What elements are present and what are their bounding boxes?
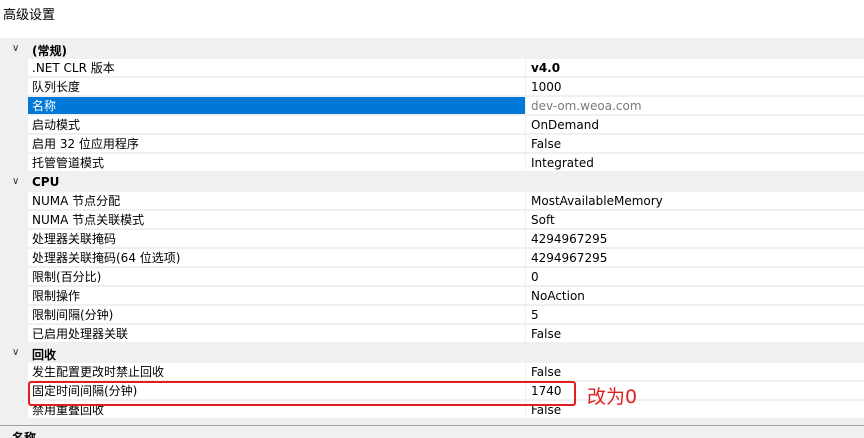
property-name: 限制操作 (28, 287, 525, 305)
property-name: 托管管道模式 (28, 154, 525, 172)
property-name: .NET CLR 版本 (28, 59, 525, 77)
property-value[interactable]: v4.0 (526, 59, 864, 77)
property-name: 名称 (28, 97, 525, 115)
property-value[interactable]: 4294967295 (526, 230, 864, 248)
property-value[interactable]: OnDemand (526, 116, 864, 134)
property-row-disable-recycle-on-config[interactable]: 发生配置更改时禁止回收 False (6, 363, 864, 382)
category-label: CPU (32, 175, 60, 189)
annotation-highlight-box (28, 381, 576, 406)
category-general[interactable]: ∨ (常规) (6, 40, 864, 59)
property-row-limit-action[interactable]: 限制操作 NoAction (6, 287, 864, 306)
property-name: 限制(百分比) (28, 268, 525, 286)
column-splitter[interactable] (525, 40, 526, 425)
property-name: 队列长度 (28, 78, 525, 96)
property-name: NUMA 节点分配 (28, 192, 525, 210)
property-row-numa-allocation[interactable]: NUMA 节点分配 MostAvailableMemory (6, 192, 864, 211)
property-row-start-mode[interactable]: 启动模式 OnDemand (6, 116, 864, 135)
collapse-chevron-icon[interactable]: ∨ (12, 346, 24, 360)
collapse-chevron-icon[interactable]: ∨ (12, 42, 24, 56)
property-value[interactable]: False (526, 135, 864, 153)
property-row-processor-affinity[interactable]: 已启用处理器关联 False (6, 325, 864, 344)
property-name: 启用 32 位应用程序 (28, 135, 525, 153)
property-row-limit-interval[interactable]: 限制间隔(分钟) 5 (6, 306, 864, 325)
collapse-chevron-icon[interactable]: ∨ (12, 175, 24, 189)
property-name: 启动模式 (28, 116, 525, 134)
property-value[interactable]: 4294967295 (526, 249, 864, 267)
property-row-numa-affinity-mode[interactable]: NUMA 节点关联模式 Soft (6, 211, 864, 230)
property-name: 处理器关联掩码 (28, 230, 525, 248)
property-name: 发生配置更改时禁止回收 (28, 363, 525, 381)
property-row-queue-length[interactable]: 队列长度 1000 (6, 78, 864, 97)
property-value[interactable]: 1000 (526, 78, 864, 96)
property-value[interactable]: False (526, 363, 864, 381)
property-name: 处理器关联掩码(64 位选项) (28, 249, 525, 267)
property-name: 限制间隔(分钟) (28, 306, 525, 324)
property-name: NUMA 节点关联模式 (28, 211, 525, 229)
property-row-name[interactable]: 名称 dev-om.weoa.com (6, 97, 864, 116)
property-value[interactable]: 5 (526, 306, 864, 324)
property-value[interactable]: False (526, 325, 864, 343)
category-label: 回收 (32, 348, 57, 362)
property-value[interactable]: NoAction (526, 287, 864, 305)
category-recycling[interactable]: ∨ 回收 (6, 344, 864, 363)
property-value[interactable]: MostAvailableMemory (526, 192, 864, 210)
property-row-enable-32bit[interactable]: 启用 32 位应用程序 False (6, 135, 864, 154)
description-panel: 名称 (0, 425, 864, 438)
property-value[interactable]: Integrated (526, 154, 864, 172)
property-value[interactable]: dev-om.weoa.com (526, 97, 864, 115)
property-value[interactable]: False (526, 401, 864, 419)
property-row-processor-mask-64[interactable]: 处理器关联掩码(64 位选项) 4294967295 (6, 249, 864, 268)
property-value[interactable]: 0 (526, 268, 864, 286)
property-row-processor-mask[interactable]: 处理器关联掩码 4294967295 (6, 230, 864, 249)
category-cpu[interactable]: ∨ CPU (6, 173, 864, 192)
category-label: (常规) (32, 44, 67, 58)
property-value[interactable]: Soft (526, 211, 864, 229)
dialog-title-bar: 高级设置 (0, 0, 864, 38)
property-row-pipeline-mode[interactable]: 托管管道模式 Integrated (6, 154, 864, 173)
property-value[interactable]: 1740 (526, 382, 864, 400)
annotation-text: 改为0 (587, 386, 638, 408)
property-name: 已启用处理器关联 (28, 325, 525, 343)
property-row-clr-version[interactable]: .NET CLR 版本 v4.0 (6, 59, 864, 78)
dialog-title: 高级设置 (3, 8, 56, 23)
property-row-limit-percent[interactable]: 限制(百分比) 0 (6, 268, 864, 287)
property-grid: ∨ (常规) .NET CLR 版本 v4.0 队列长度 1000 名称 dev… (6, 40, 864, 425)
